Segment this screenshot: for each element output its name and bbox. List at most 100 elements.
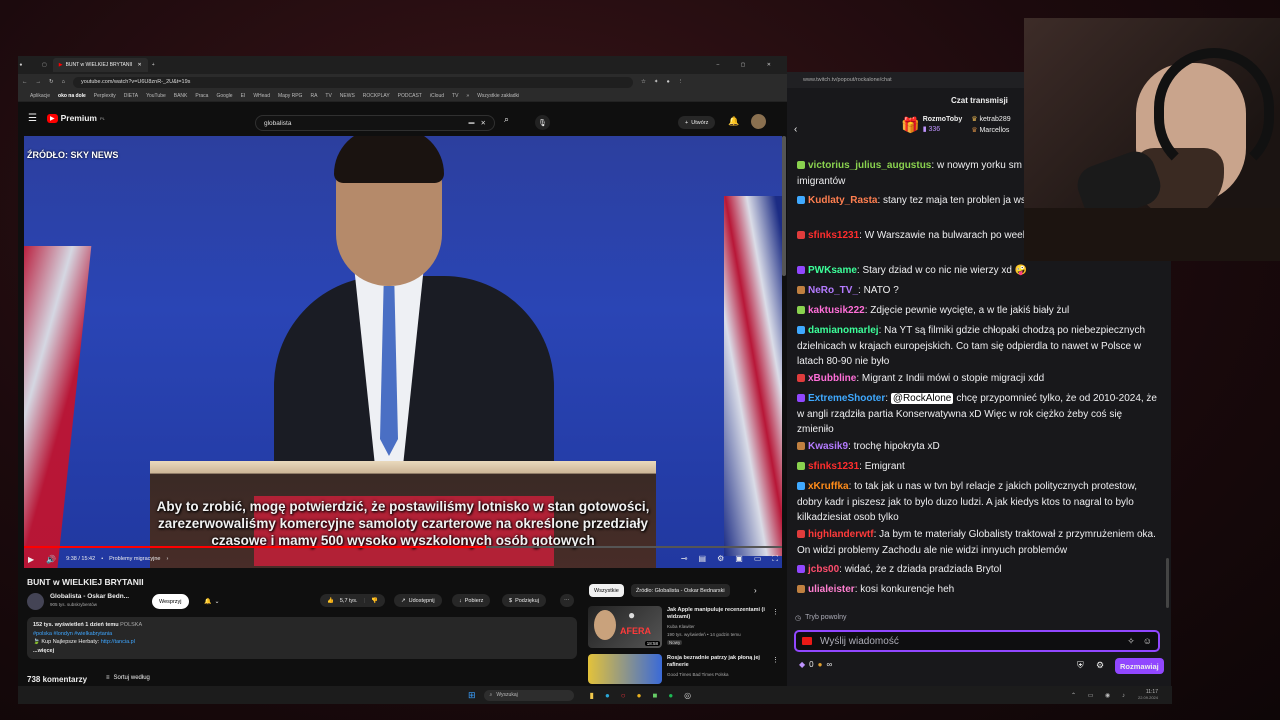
settings-icon[interactable]: ⚙ — [717, 554, 724, 564]
keyboard-icon[interactable]: ▬ — [469, 120, 475, 126]
reload-icon[interactable]: ↻ — [49, 79, 54, 85]
bookmark-item[interactable]: NEWS — [340, 93, 355, 99]
autoplay-toggle-icon[interactable]: ⊸ — [681, 554, 688, 564]
user-badge-icon[interactable] — [797, 326, 805, 334]
channel-name[interactable]: Globalista - Oskar Bedn... — [50, 593, 129, 600]
user-badge-icon[interactable] — [797, 462, 805, 470]
bookmark-item[interactable]: Perplexity — [94, 93, 116, 99]
dislike-icon[interactable]: 👎 — [371, 598, 378, 604]
bookmark-item[interactable]: oko na dole — [58, 93, 86, 99]
chat-settings-icon[interactable]: ⚙ — [1096, 660, 1104, 671]
chat-input[interactable]: Wyślij wiadomość ✧ ☺ — [794, 630, 1160, 652]
chat-username[interactable]: PWKsame — [808, 265, 857, 276]
search-button[interactable]: ⌕ — [504, 114, 509, 125]
rec-item[interactable]: Rosja bezradnie patrzy jak płoną jej raf… — [588, 654, 779, 684]
chat-mention[interactable]: @RockAlone — [890, 393, 954, 404]
user-badge-icon[interactable] — [797, 231, 805, 239]
chat-username[interactable]: NeRo_TV_ — [808, 285, 858, 296]
bookmark-item[interactable]: YouTube — [146, 93, 166, 99]
chip-source[interactable]: Źródło: Globalista - Oskar Bednarski — [631, 584, 730, 597]
profile-icon[interactable]: ● — [666, 79, 669, 85]
chat-username[interactable]: xKruffka — [808, 481, 849, 492]
user-badge-icon[interactable] — [797, 565, 805, 573]
bookmark-item[interactable]: Google — [216, 93, 232, 99]
clear-search-icon[interactable]: ✕ — [481, 119, 486, 127]
bookmark-item[interactable]: WHead — [253, 93, 270, 99]
chat-username[interactable]: xBubbline — [808, 373, 856, 384]
bookmark-item[interactable]: TV — [325, 93, 331, 99]
user-badge-icon[interactable] — [797, 442, 805, 450]
bits-icon[interactable]: ✧ — [1127, 636, 1135, 647]
chrome-logo-icon[interactable]: ● — [18, 62, 36, 68]
bookmark-star-icon[interactable]: ☆ — [641, 79, 646, 85]
share-button[interactable]: ↗ Udostępnij — [394, 594, 442, 607]
user-badge-icon[interactable] — [797, 196, 805, 204]
channel-avatar[interactable] — [27, 593, 44, 610]
close-tab-icon[interactable]: ✕ — [138, 62, 142, 68]
rec-item[interactable]: ● AFERA 18:58 Jak Apple manipuluje recen… — [588, 606, 779, 650]
bookmark-item[interactable]: iCloud — [430, 93, 444, 99]
chapter-title[interactable]: Problemy migracyjne — [109, 556, 160, 562]
hamburger-icon[interactable]: ☰ — [28, 113, 37, 124]
back-icon[interactable]: ← — [22, 79, 28, 85]
taskbar-search[interactable]: ⌕ Wyszukaj — [483, 689, 574, 701]
tab-active[interactable]: ▶ BUNT w WIELKIEJ BRYTANII ✕ — [52, 58, 148, 72]
chat-scrollbar[interactable] — [1166, 558, 1169, 608]
search-input[interactable]: globalista ▬ ✕ — [255, 115, 495, 131]
volume-icon[interactable]: 🔊 — [46, 555, 56, 564]
youtube-logo[interactable]: ▶ Premium PL — [46, 113, 105, 123]
gift-leaderboard[interactable]: 🎁 RozmoToby ▮ 336 ♛ ketrab289 ♛ Marcello… — [901, 114, 1011, 136]
bookmark-item[interactable]: DIETA — [124, 93, 138, 99]
miniplayer-icon[interactable]: ▣ — [735, 554, 743, 564]
bookmark-item[interactable]: EI — [241, 93, 246, 99]
user-badge-icon[interactable] — [797, 585, 805, 593]
video-player[interactable]: ŹRÓDŁO: SKY NEWS Aby to zrobić, mogę pot… — [24, 136, 782, 568]
fullscreen-icon[interactable]: ⛶ — [772, 554, 778, 564]
channel-points[interactable]: ◆ 0 ● ∞ — [799, 660, 832, 669]
extensions-icon[interactable]: ✦ — [654, 79, 659, 85]
chevron-right-icon[interactable]: › — [754, 586, 757, 595]
all-bookmarks[interactable]: Wszystkie zakładki — [477, 93, 519, 99]
chat-username[interactable]: ExtremeShooter — [808, 393, 885, 404]
captions-icon[interactable]: ▤ — [699, 554, 707, 564]
microphone-icon[interactable]: 🎙 — [535, 115, 550, 130]
edge-icon[interactable]: ● — [605, 691, 610, 700]
bookmark-item[interactable]: RA — [310, 93, 317, 99]
chat-username[interactable]: victorius_julius_augustus — [808, 160, 931, 171]
user-badge-icon[interactable] — [797, 266, 805, 274]
emote-icon[interactable]: ☺ — [1143, 636, 1152, 646]
chat-username[interactable]: sfinks1231 — [808, 461, 859, 472]
user-badge-icon[interactable] — [797, 394, 805, 402]
chat-username[interactable]: damianomarlej — [808, 325, 879, 336]
thanks-button[interactable]: $ Podziękuj — [502, 594, 546, 607]
tray-icons[interactable]: ⌃ ▭ ◉ ♪ — [1071, 692, 1130, 699]
description-box[interactable]: 152 tys. wyświetleń 1 dzień temu POLSKA … — [27, 617, 577, 659]
forward-icon[interactable]: → — [36, 79, 42, 85]
play-icon[interactable]: ▶ — [28, 555, 34, 564]
menu-icon[interactable]: ⋮ — [678, 79, 684, 85]
rec-menu-icon[interactable]: ⋮ — [772, 656, 779, 664]
home-icon[interactable]: ⌂ — [62, 79, 65, 85]
like-icon[interactable]: 👍 — [327, 598, 334, 604]
browser-scrollbar[interactable] — [782, 136, 786, 276]
file-explorer-icon[interactable]: ▮ — [590, 691, 594, 700]
bookmark-item[interactable]: PODCAST — [398, 93, 422, 99]
theater-icon[interactable]: ▭ — [754, 554, 762, 564]
user-badge-icon[interactable] — [797, 530, 805, 538]
download-button[interactable]: ↓ Pobierz — [452, 594, 491, 607]
windows-start-icon[interactable]: ⊞ — [468, 690, 476, 701]
shield-icon[interactable]: ⛨ — [1077, 660, 1084, 671]
subscribed-bell-button[interactable]: 🔔 ⌄ — [198, 594, 226, 609]
more-actions-button[interactable]: ⋯ — [560, 594, 574, 607]
user-badge-icon[interactable] — [797, 482, 805, 490]
window-controls[interactable]: ‒ ▢ ✕ — [717, 62, 781, 68]
bookmark-item[interactable]: Aplikacje — [30, 93, 50, 99]
bookmark-item[interactable]: TV — [452, 93, 458, 99]
collapse-chat-icon[interactable]: ‹ — [794, 124, 797, 135]
chrome-icon[interactable]: ● — [637, 691, 642, 700]
chevron-right-icon[interactable]: » — [466, 93, 469, 99]
chat-username[interactable]: Kwasik9 — [808, 441, 848, 452]
user-badge-icon[interactable] — [797, 374, 805, 382]
bookmark-item[interactable]: BANK — [174, 93, 188, 99]
user-badge-icon[interactable] — [797, 306, 805, 314]
